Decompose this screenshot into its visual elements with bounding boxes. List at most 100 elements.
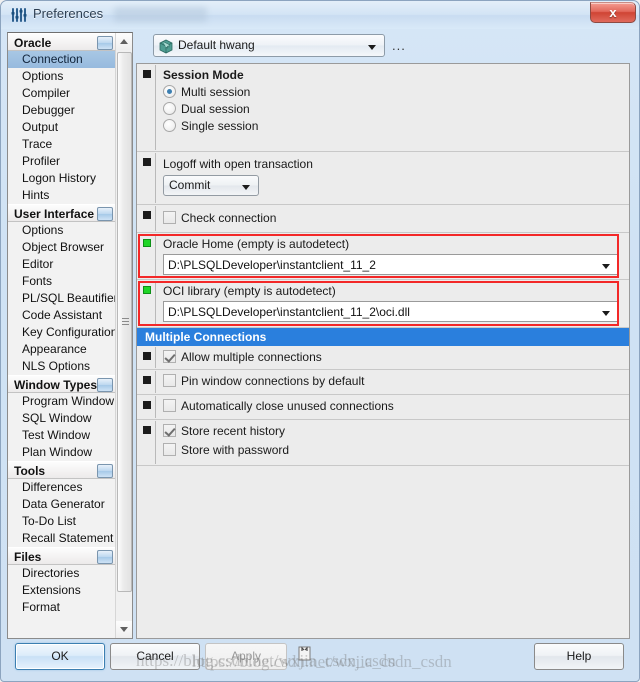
checkbox-icon (163, 211, 176, 224)
sidebar-item-extensions[interactable]: Extensions (8, 582, 116, 599)
sidebar-item-nls-options[interactable]: NLS Options (8, 358, 116, 375)
sidebar-item-logon-history[interactable]: Logon History (8, 170, 116, 187)
cancel-button[interactable]: Cancel (110, 643, 200, 670)
sidebar-item-options[interactable]: Options (8, 68, 116, 85)
package-icon (158, 38, 174, 57)
chevron-down-icon[interactable] (602, 264, 610, 269)
checkbox-label: Allow multiple connections (181, 350, 322, 364)
radio-multi-session[interactable]: Multi session (163, 85, 629, 102)
row-divider (155, 234, 156, 278)
sidebar-item-profiler[interactable]: Profiler (8, 153, 116, 170)
chevron-down-icon[interactable] (602, 311, 610, 316)
settings-panel: Session Mode Multi session Dual session … (136, 63, 630, 639)
radio-label: Multi session (181, 85, 251, 99)
radio-single-session[interactable]: Single session (163, 119, 629, 136)
oracle-home-value: D:\PLSQLDeveloper\instantclient_11_2 (168, 258, 376, 272)
sidebar-item-to-do-list[interactable]: To-Do List (8, 513, 116, 530)
sidebar-item-compiler[interactable]: Compiler (8, 85, 116, 102)
sidebar-item-ui-options[interactable]: Options (8, 222, 116, 239)
row-oracle-home: Oracle Home (empty is autodetect) D:\PLS… (137, 233, 629, 280)
radio-icon (163, 102, 176, 115)
sidebar-group-label: Oracle (14, 36, 52, 50)
logoff-select[interactable]: Commit (163, 175, 259, 196)
oracle-home-label: Oracle Home (empty is autodetect) (163, 237, 350, 251)
sidebar-item-recall-statement[interactable]: Recall Statement (8, 530, 116, 547)
title-bar: Preferences x (1, 1, 639, 29)
row-allow-multiple-connections: Allow multiple connections (137, 346, 629, 370)
logoff-select-value: Commit (169, 178, 211, 192)
checkbox-auto-close-unused-connections[interactable]: Automatically close unused connections (163, 398, 629, 417)
sidebar-item-code-assistant[interactable]: Code Assistant (8, 307, 116, 324)
close-button[interactable]: x (590, 2, 636, 23)
sidebar-group-tools[interactable]: Tools (8, 461, 116, 479)
scroll-up-icon[interactable] (116, 33, 132, 50)
row-marker (143, 158, 151, 166)
connection-more-button[interactable]: ... (392, 38, 406, 53)
sidebar-item-sql-window[interactable]: SQL Window (8, 410, 116, 427)
preferences-sidebar: Oracle Connection Options Compiler Debug… (7, 32, 133, 639)
ok-button[interactable]: OK (15, 643, 105, 670)
checkbox-allow-multiple-connections[interactable]: Allow multiple connections (163, 349, 629, 368)
sidebar-item-key-configuration[interactable]: Key Configuration (8, 324, 117, 341)
oci-library-input[interactable]: D:\PLSQLDeveloper\instantclient_11_2\oci… (163, 301, 619, 322)
sidebar-item-plan-window[interactable]: Plan Window (8, 444, 116, 461)
oci-library-value: D:\PLSQLDeveloper\instantclient_11_2\oci… (168, 305, 410, 319)
paste-icon[interactable] (296, 644, 314, 665)
sidebar-group-label: User Interface (14, 207, 95, 221)
sidebar-item-hints[interactable]: Hints (8, 187, 116, 204)
scrollbar-grip (122, 318, 129, 325)
chevron-down-icon[interactable] (97, 550, 113, 564)
scrollbar-thumb[interactable] (117, 52, 132, 592)
sidebar-group-oracle[interactable]: Oracle (8, 33, 116, 51)
sidebar-item-directories[interactable]: Directories (8, 565, 116, 582)
scroll-down-icon[interactable] (116, 621, 132, 638)
row-marker (143, 401, 151, 409)
row-logoff: Logoff with open transaction Commit (137, 152, 629, 205)
sidebar-item-debugger[interactable]: Debugger (8, 102, 116, 119)
checkbox-check-connection[interactable]: Check connection (163, 210, 629, 229)
sidebar-item-trace[interactable]: Trace (8, 136, 116, 153)
sidebar-group-user-interface[interactable]: User Interface (8, 204, 116, 222)
sidebar-item-editor[interactable]: Editor (8, 256, 116, 273)
sidebar-item-differences[interactable]: Differences (8, 479, 116, 496)
help-button[interactable]: Help (534, 643, 624, 670)
checkbox-label: Check connection (181, 211, 277, 225)
connection-select[interactable]: Default hwang (153, 34, 385, 57)
sidebar-item-data-generator[interactable]: Data Generator (8, 496, 116, 513)
row-divider (155, 421, 156, 464)
row-oci-library: OCI library (empty is autodetect) D:\PLS… (137, 280, 629, 328)
sidebar-item-test-window[interactable]: Test Window (8, 427, 116, 444)
checkbox-pin-window-connections[interactable]: Pin window connections by default (163, 373, 629, 392)
chevron-down-icon[interactable] (97, 207, 113, 221)
row-marker-modified (143, 239, 151, 247)
checkbox-store-with-password[interactable]: Store with password (163, 442, 629, 461)
sidebar-group-window-types[interactable]: Window Types (8, 375, 116, 393)
checkbox-icon (163, 374, 176, 387)
sidebar-group-label: Tools (14, 464, 46, 478)
row-divider (155, 347, 156, 368)
chevron-down-icon[interactable] (97, 378, 113, 392)
sidebar-group-files[interactable]: Files (8, 547, 116, 565)
connection-select-value: Default hwang (178, 38, 255, 52)
chevron-down-icon[interactable] (97, 464, 113, 478)
sidebar-item-fonts[interactable]: Fonts (8, 273, 116, 290)
sidebar-item-format[interactable]: Format (8, 599, 116, 616)
row-divider (155, 206, 156, 231)
checkbox-store-recent-history[interactable]: Store recent history (163, 423, 629, 442)
chevron-down-icon[interactable] (97, 36, 113, 50)
sidebar-item-plsql-beautifier[interactable]: PL/SQL Beautifier (8, 290, 118, 307)
sidebar-item-object-browser[interactable]: Object Browser (8, 239, 116, 256)
row-divider (155, 281, 156, 326)
sidebar-group-label: Files (14, 550, 42, 564)
sidebar-item-appearance[interactable]: Appearance (8, 341, 116, 358)
sidebar-item-program-window[interactable]: Program Window (8, 393, 116, 410)
sidebar-item-connection[interactable]: Connection (8, 51, 116, 68)
checkbox-icon (163, 399, 176, 412)
oracle-home-input[interactable]: D:\PLSQLDeveloper\instantclient_11_2 (163, 254, 619, 275)
sidebar-item-output[interactable]: Output (8, 119, 116, 136)
checkbox-label: Store with password (181, 443, 290, 457)
radio-icon (163, 85, 176, 98)
radio-dual-session[interactable]: Dual session (163, 102, 629, 119)
sidebar-scrollbar[interactable] (115, 33, 132, 638)
section-header-multiple-connections: Multiple Connections (137, 328, 629, 346)
